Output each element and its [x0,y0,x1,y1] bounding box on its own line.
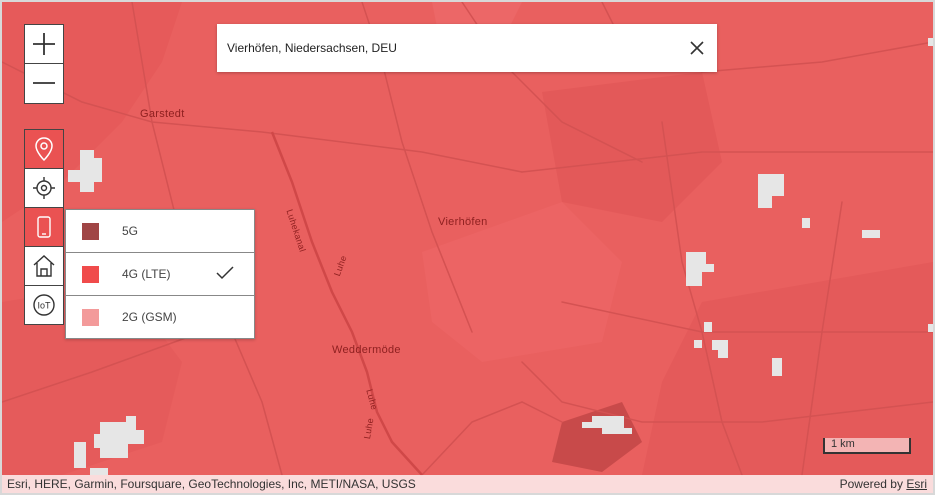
checkmark-icon [216,266,234,280]
esri-link[interactable]: Esri [906,477,927,491]
layer-swatch [82,266,99,283]
place-label-vierhoefen: Vierhöfen [438,216,488,228]
layer-option-2g[interactable]: 2G (GSM) [66,296,254,338]
no-coverage-area [758,174,784,208]
layer-option-5g[interactable]: 5G [66,210,254,253]
no-coverage-area [772,358,782,376]
search-input[interactable] [227,36,677,60]
scale-bar: 1 km [823,438,911,454]
attribution-sources: Esri, HERE, Garmin, Foursquare, GeoTechn… [7,477,416,491]
iot-icon: IoT [33,294,55,316]
no-coverage-area [928,324,933,332]
house-icon [33,255,55,277]
scale-label: 1 km [831,438,855,450]
zoom-in-button[interactable] [25,25,63,63]
road [421,401,563,476]
layer-swatch [82,223,99,240]
zoom-control [24,24,64,104]
crosshair-icon [33,177,55,199]
layer-label: 4G (LTE) [122,267,171,281]
powered-by: Powered by Esri [840,477,927,491]
attribution-bar: Esri, HERE, Garmin, Foursquare, GeoTechn… [2,475,933,493]
network-type-button[interactable] [25,207,63,246]
svg-text:IoT: IoT [37,301,51,311]
coverage-area [542,72,722,222]
map-view[interactable]: Garstedt Vierhöfen Weddermöde Luhekanal … [0,0,935,495]
no-coverage-area [686,252,714,286]
place-label-weddermoede: Weddermöde [332,344,401,356]
place-label-garstedt: Garstedt [140,108,185,120]
no-coverage-area [862,230,880,238]
no-coverage-area [74,442,86,468]
layer-swatch [82,309,99,326]
no-coverage-area [90,468,108,475]
map-toolbar: IoT [24,129,64,325]
smartphone-icon [37,216,51,238]
layer-label: 5G [122,224,139,238]
iot-coverage-button[interactable]: IoT [25,285,63,324]
layer-label: 2G (GSM) [122,310,177,324]
no-coverage-area [802,218,810,228]
river [270,131,423,476]
layer-option-4g[interactable]: 4G (LTE) [66,253,254,296]
zoom-out-button[interactable] [25,63,63,102]
no-coverage-area [704,322,712,332]
minus-icon [33,82,55,84]
close-icon[interactable] [687,38,707,58]
locate-me-button[interactable] [25,168,63,207]
network-layer-menu: 5G 4G (LTE) 2G (GSM) [65,209,255,339]
home-coverage-button[interactable] [25,246,63,285]
no-coverage-area [928,38,933,46]
powered-by-label: Powered by [839,477,903,491]
plus-icon [33,33,55,55]
coverage-area [552,402,642,472]
location-pin-button[interactable] [25,130,63,168]
no-coverage-area [694,340,702,348]
search-box [217,24,717,72]
location-pin-icon [35,137,53,162]
